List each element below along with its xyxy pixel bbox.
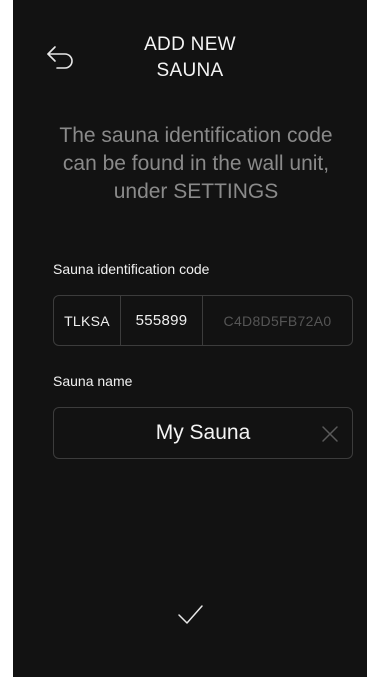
code-number-input[interactable]: 555899 (121, 296, 203, 345)
page-title: ADD NEW SAUNA (103, 32, 277, 84)
name-field-label: Sauna name (53, 373, 133, 389)
instructions-line-2: can be found in the wall unit, (62, 152, 330, 175)
sauna-code-field: TLKSA 555899 C4D8D5FB72A0 (53, 295, 353, 346)
page-title-line-2: SAUNA (156, 60, 224, 81)
sauna-name-field (53, 407, 353, 459)
back-arrow-icon (47, 46, 73, 69)
instructions-line-3: under SETTINGS (113, 180, 279, 203)
back-button[interactable] (45, 44, 79, 74)
page-title-line-1: ADD NEW (144, 34, 236, 55)
code-prefix: TLKSA (54, 296, 121, 345)
add-sauna-screen: ADD NEW SAUNA The sauna identification c… (13, 0, 367, 677)
clear-name-button[interactable] (320, 424, 340, 444)
sauna-name-input[interactable] (54, 408, 352, 458)
code-field-label: Sauna identification code (53, 261, 210, 277)
code-suffix: C4D8D5FB72A0 (223, 312, 332, 329)
instructions-line-1: The sauna identification code (59, 124, 333, 147)
instructions-text: The sauna identification code can be fou… (25, 122, 367, 206)
close-icon (322, 426, 338, 442)
checkmark-icon (178, 605, 203, 624)
confirm-button[interactable] (173, 597, 207, 631)
